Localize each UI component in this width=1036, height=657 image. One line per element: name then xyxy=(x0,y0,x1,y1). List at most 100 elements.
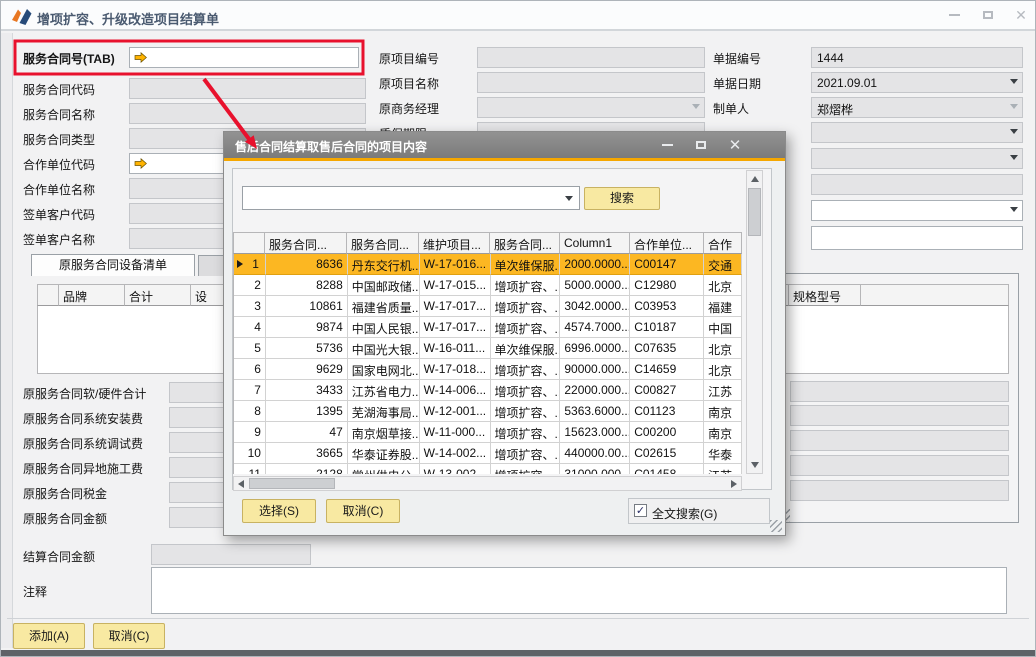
grid-cell[interactable]: 南京 xyxy=(704,422,742,443)
grid-cell[interactable]: 2 xyxy=(234,275,266,296)
grid-cell[interactable]: W-14-006... xyxy=(420,380,491,401)
search-button[interactable]: 搜索 xyxy=(584,187,660,210)
grid-cell[interactable]: W-17-015... xyxy=(420,275,491,296)
scrollbar-thumb[interactable] xyxy=(249,478,335,489)
grid-cell[interactable]: 1 xyxy=(234,254,266,275)
grid-cell[interactable]: W-12-001... xyxy=(420,401,491,422)
column-header[interactable]: Column1 xyxy=(560,232,630,254)
column-header[interactable]: 品牌 xyxy=(59,284,125,306)
scroll-right-icon[interactable] xyxy=(731,480,737,488)
scroll-left-icon[interactable] xyxy=(238,480,244,488)
grid-cell[interactable]: 中国人民银... xyxy=(348,317,420,338)
grid-cell[interactable]: 增项扩容、... xyxy=(491,317,561,338)
grid-cell[interactable]: 1395 xyxy=(266,401,348,422)
grid-cell[interactable]: 增项扩容、... xyxy=(491,296,561,317)
right-detail-input-1[interactable] xyxy=(790,405,1009,426)
table-row[interactable]: 69629国家电网北...W-17-018...增项扩容、...90000.00… xyxy=(234,359,742,380)
grid-cell[interactable]: 南京烟草接... xyxy=(348,422,420,443)
grid-cell[interactable]: 5736 xyxy=(266,338,348,359)
column-header[interactable]: 服务合同... xyxy=(347,232,419,254)
grid-cell[interactable]: W-14-002... xyxy=(420,443,491,464)
search-combobox[interactable] xyxy=(242,186,580,210)
scroll-up-icon[interactable] xyxy=(751,176,759,182)
grid-cell[interactable]: 华泰 xyxy=(704,443,742,464)
right-detail-input-2[interactable] xyxy=(790,430,1009,451)
right-field-input-5[interactable] xyxy=(811,174,1023,195)
grid-cell[interactable]: 3 xyxy=(234,296,266,317)
left-field-input-0[interactable] xyxy=(129,47,359,68)
column-header[interactable] xyxy=(861,284,1009,306)
tab-equipment-list[interactable]: 原服务合同设备清单 xyxy=(31,254,195,276)
grid-cell[interactable]: 江苏 xyxy=(704,380,742,401)
left-field-input-1[interactable] xyxy=(129,78,366,99)
grid-cell[interactable]: C01123 xyxy=(630,401,704,422)
middle-field-input-2[interactable] xyxy=(477,97,705,118)
grid-cell[interactable]: C07635 xyxy=(630,338,704,359)
cancel-button[interactable]: 取消(C) xyxy=(93,623,165,649)
grid-cell[interactable]: 5 xyxy=(234,338,266,359)
chevron-down-icon[interactable] xyxy=(1010,207,1018,212)
table-row[interactable]: 73433江苏省电力...W-14-006...增项扩容、...22000.00… xyxy=(234,380,742,401)
grid-cell[interactable]: C00827 xyxy=(630,380,704,401)
grid-cell[interactable]: W-17-016... xyxy=(420,254,491,275)
grid-cell[interactable]: C02615 xyxy=(630,443,704,464)
horizontal-scrollbar[interactable] xyxy=(233,476,742,491)
grid-cell[interactable]: 9 xyxy=(234,422,266,443)
dialog-maximize-button[interactable] xyxy=(688,136,714,154)
grid-cell[interactable]: 11 xyxy=(234,464,266,474)
resize-grip-icon[interactable] xyxy=(770,520,782,532)
column-header[interactable] xyxy=(37,284,59,306)
grid-cell[interactable]: 8288 xyxy=(266,275,348,296)
grid-cell[interactable]: 31000.000... xyxy=(560,464,630,474)
select-button[interactable]: 选择(S) xyxy=(242,499,316,523)
chevron-down-icon[interactable] xyxy=(1010,155,1018,160)
table-row[interactable]: 112128常州供电公...W-13-002...增项扩容、...31000.0… xyxy=(234,464,742,474)
grid-cell[interactable]: 6 xyxy=(234,359,266,380)
column-header[interactable]: 服务合同... xyxy=(490,232,560,254)
grid-cell[interactable]: C00200 xyxy=(630,422,704,443)
grid-cell[interactable]: 增项扩容、... xyxy=(491,380,561,401)
chevron-down-icon[interactable] xyxy=(565,196,573,201)
table-row[interactable]: 310861福建省质量...W-17-017...增项扩容、...3042.00… xyxy=(234,296,742,317)
grid-cell[interactable]: 江苏 xyxy=(704,464,742,474)
right-field-input-6[interactable] xyxy=(811,200,1023,221)
link-arrow-icon[interactable] xyxy=(134,158,147,169)
right-detail-input-3[interactable] xyxy=(790,455,1009,476)
grid-cell[interactable]: 4574.7000... xyxy=(560,317,630,338)
grid-cell[interactable]: 华泰证券股... xyxy=(348,443,420,464)
grid-cell[interactable]: 增项扩容、... xyxy=(491,275,561,296)
grid-cell[interactable]: 4 xyxy=(234,317,266,338)
grid-cell[interactable]: 440000.00... xyxy=(560,443,630,464)
add-button[interactable]: 添加(A) xyxy=(13,623,85,649)
grid-cell[interactable]: 江苏省电力... xyxy=(348,380,420,401)
table-row[interactable]: 81395芜湖海事局...W-12-001...增项扩容、...5363.600… xyxy=(234,401,742,422)
grid-cell[interactable]: 增项扩容、... xyxy=(491,464,561,474)
grid-cell[interactable]: 中国 xyxy=(704,317,742,338)
scroll-down-icon[interactable] xyxy=(751,462,759,468)
grid-cell[interactable]: 交通 xyxy=(704,254,742,275)
grid-cell[interactable]: 单次维保服... xyxy=(491,254,561,275)
grid-cell[interactable]: 福建 xyxy=(704,296,742,317)
grid-cell[interactable]: 增项扩容、... xyxy=(491,443,561,464)
grid-cell[interactable]: 丹东交行机... xyxy=(348,254,420,275)
grid-cell[interactable]: 47 xyxy=(266,422,348,443)
grid-cell[interactable]: 单次维保服... xyxy=(491,338,561,359)
table-row[interactable]: 18636丹东交行机...W-17-016...单次维保服...2000.000… xyxy=(234,254,742,275)
middle-field-input-1[interactable] xyxy=(477,72,705,93)
close-button[interactable]: ✕ xyxy=(1006,1,1036,29)
grid-cell[interactable]: C10187 xyxy=(630,317,704,338)
right-field-input-2[interactable]: 郑熠桦 xyxy=(811,97,1023,118)
table-row[interactable]: 947南京烟草接...W-11-000...增项扩容、...15623.000.… xyxy=(234,422,742,443)
right-field-input-3[interactable] xyxy=(811,122,1023,143)
minimize-button[interactable] xyxy=(939,1,969,29)
grid-cell[interactable]: 中国邮政储... xyxy=(348,275,420,296)
grid-cell[interactable]: 9874 xyxy=(266,317,348,338)
grid-cell[interactable]: 芜湖海事局... xyxy=(348,401,420,422)
table-row[interactable]: 103665华泰证券股...W-14-002...增项扩容、...440000.… xyxy=(234,443,742,464)
column-header[interactable]: 合计 xyxy=(125,284,191,306)
chevron-down-icon[interactable] xyxy=(1010,129,1018,134)
grid-cell[interactable]: W-11-000... xyxy=(420,422,491,443)
dialog-cancel-button[interactable]: 取消(C) xyxy=(326,499,400,523)
grid-cell[interactable]: W-16-011... xyxy=(420,338,491,359)
grid-cell[interactable]: 福建省质量... xyxy=(348,296,420,317)
